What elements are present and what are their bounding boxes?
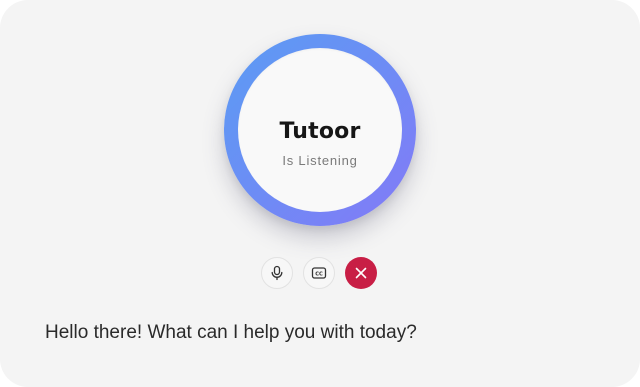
- close-icon: [355, 267, 367, 279]
- listening-indicator-ring: Tutoor Is Listening: [224, 34, 416, 226]
- closed-captions-icon: CC: [311, 267, 327, 279]
- assistant-status: Is Listening: [282, 153, 358, 168]
- captions-button[interactable]: CC: [303, 257, 335, 289]
- microphone-icon: [271, 265, 283, 281]
- close-button[interactable]: [345, 257, 377, 289]
- assistant-name: Tutoor: [279, 119, 361, 144]
- assistant-message: Hello there! What can I help you with to…: [45, 322, 417, 343]
- captions-label: CC: [315, 271, 323, 277]
- assistant-status-circle: Tutoor Is Listening: [238, 48, 402, 212]
- microphone-button[interactable]: [261, 257, 293, 289]
- voice-assistant-card: Tutoor Is Listening CC Hello there! What…: [0, 0, 640, 387]
